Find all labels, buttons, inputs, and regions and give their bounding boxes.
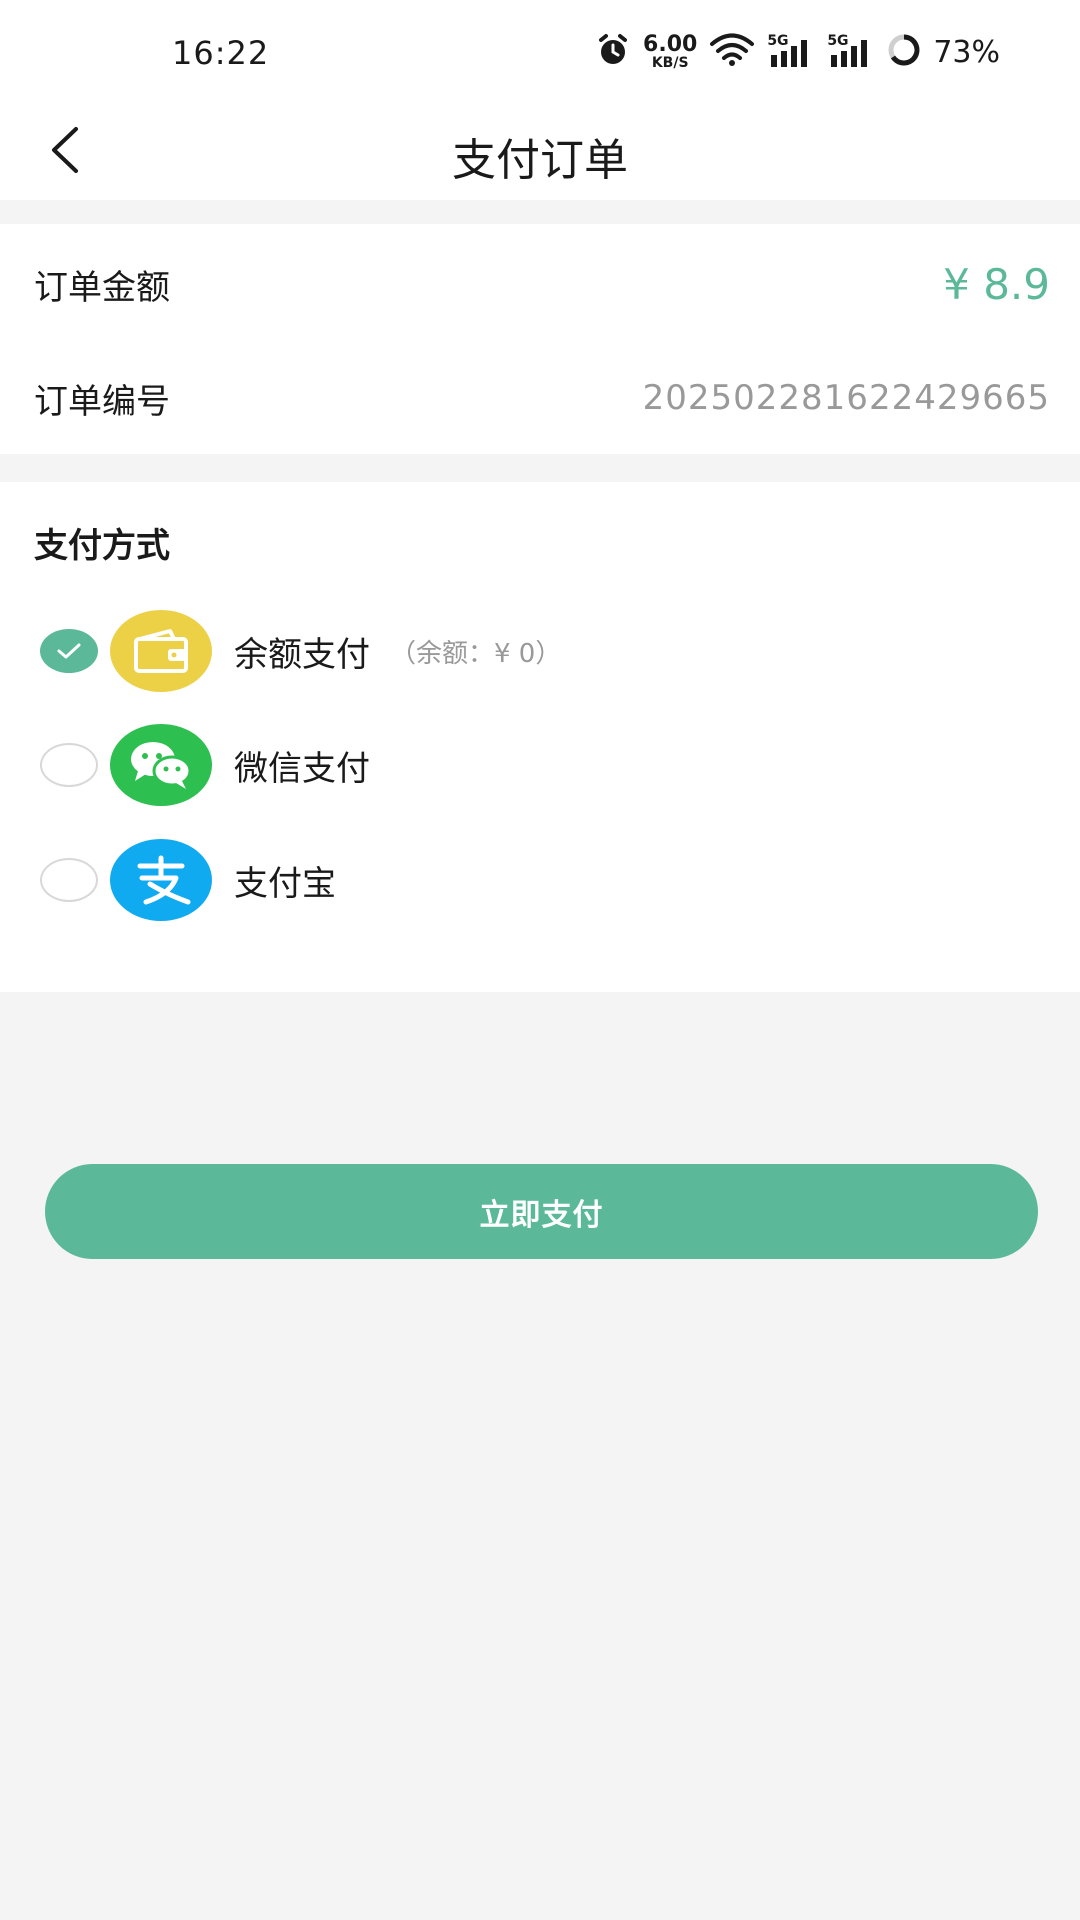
payment-option-label: 支付宝 (234, 863, 336, 904)
order-number-value: 202502281622429665 (642, 378, 1050, 418)
alarm-icon (595, 32, 631, 72)
check-icon (57, 643, 81, 659)
radio-unchecked[interactable] (40, 858, 98, 902)
radio-checked[interactable] (40, 629, 98, 673)
pay-now-button[interactable]: 立即支付 (45, 1164, 1038, 1259)
order-number-label: 订单编号 (34, 381, 170, 422)
status-time: 16:22 (172, 34, 270, 72)
order-amount-row: 订单金额 ¥ 8.9 (34, 244, 1050, 324)
balance-note: （余额：¥ 0） (390, 638, 562, 669)
net-speed: 6.00 KB/S (643, 32, 698, 71)
nav-bar: 支付订单 (0, 100, 1080, 200)
payment-option-balance[interactable]: 余额支付 （余额：¥ 0） (40, 610, 561, 692)
radio-unchecked[interactable] (40, 743, 98, 787)
wechat-icon (110, 724, 212, 806)
net-speed-unit: KB/S (651, 55, 689, 71)
order-amount-label: 订单金额 (34, 267, 170, 308)
order-amount-value: ¥ 8.9 (943, 259, 1050, 309)
net-speed-value: 6.00 (643, 32, 698, 57)
payment-option-alipay[interactable]: 支付宝 (40, 839, 336, 921)
page-title: 支付订单 (452, 135, 628, 186)
payment-section-title: 支付方式 (34, 526, 170, 566)
signal-icon: 5G (827, 33, 875, 69)
payment-option-label: 微信支付 (234, 748, 370, 789)
payment-option-label: 余额支付 (234, 634, 370, 675)
battery-percent: 73% (933, 34, 1000, 70)
signal-icon: 5G (767, 33, 815, 69)
wifi-icon (709, 33, 755, 71)
order-number-row: 订单编号 202502281622429665 (34, 358, 1050, 438)
alipay-icon (110, 839, 212, 921)
status-icons: 6.00 KB/S 5G 5G 73% (595, 32, 1000, 72)
wallet-icon (110, 610, 212, 692)
payment-option-wechat[interactable]: 微信支付 (40, 724, 370, 806)
status-bar: 16:22 6.00 KB/S 5G 5G 73% (0, 0, 1080, 100)
battery-ring-icon (887, 33, 921, 71)
